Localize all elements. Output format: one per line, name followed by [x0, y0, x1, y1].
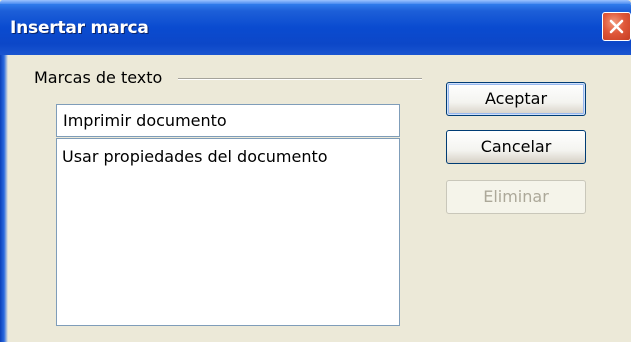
bookmarks-list[interactable]: Usar propiedades del documento: [56, 138, 400, 326]
delete-button[interactable]: Eliminar: [446, 180, 586, 214]
cancel-button[interactable]: Cancelar: [446, 130, 586, 164]
title-bar[interactable]: Insertar marca: [0, 0, 631, 55]
close-button[interactable]: [602, 12, 631, 41]
window-border: [0, 55, 8, 342]
bookmark-name-input[interactable]: Imprimir documento: [56, 104, 400, 137]
ok-button[interactable]: Aceptar: [446, 82, 586, 116]
group-label: Marcas de texto: [34, 68, 169, 87]
bookmark-name-value: Imprimir documento: [63, 111, 227, 130]
insert-bookmark-dialog: Insertar marca Marcas de texto Imprimir …: [0, 0, 631, 342]
group-separator: [178, 78, 422, 80]
list-item[interactable]: Usar propiedades del documento: [57, 139, 399, 166]
dialog-title: Insertar marca: [10, 18, 149, 38]
